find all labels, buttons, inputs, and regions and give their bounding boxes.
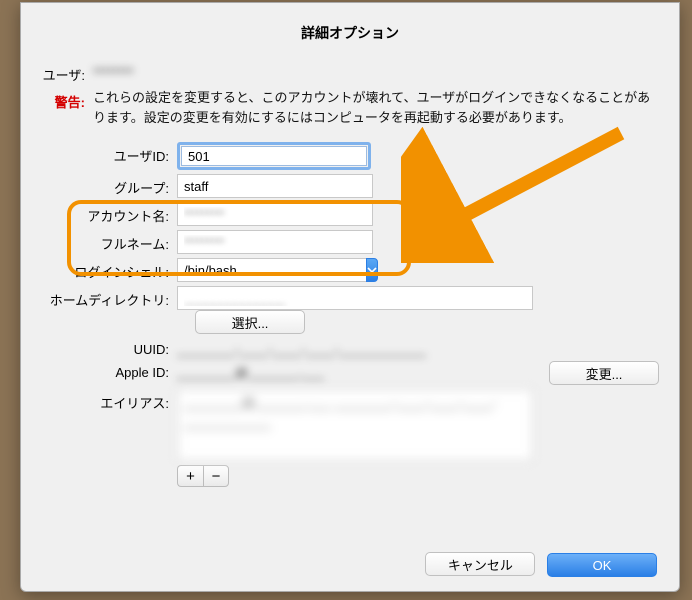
user-value: ******** — [93, 61, 133, 80]
warning-row: 警告: これらの設定を変更すると、このアカウントが壊れて、ユーザがログインできな… — [41, 88, 659, 128]
alias-row: エイリアス: ________@_______.___ ________-___… — [41, 389, 659, 487]
uuid-value: ________-____-____-____-____________ — [177, 338, 426, 357]
choose-button[interactable]: 選択... — [195, 310, 305, 334]
account-name-label: アカウント名: — [41, 202, 177, 225]
alias-label: エイリアス: — [41, 389, 177, 412]
cancel-button[interactable]: キャンセル — [425, 552, 535, 576]
login-shell-row: ログインシェル: — [41, 258, 659, 282]
user-id-label: ユーザID: — [41, 142, 177, 165]
home-dir-label: ホームディレクトリ: — [41, 286, 177, 309]
footer-buttons: キャンセル OK — [417, 552, 657, 577]
user-id-focus — [177, 142, 371, 170]
user-id-input[interactable] — [181, 146, 367, 166]
alias-list[interactable]: ________@_______.___ ________-____-____-… — [177, 389, 533, 461]
advanced-options-sheet: 詳細オプション ユーザ: ******** 警告: これらの設定を変更すると、こ… — [20, 2, 680, 592]
warning-label: 警告: — [41, 88, 93, 111]
warning-text: これらの設定を変更すると、このアカウントが壊れて、ユーザがログインできなくなるこ… — [93, 88, 659, 128]
apple-id-row: Apple ID: ________@_______.___ 変更... — [41, 361, 659, 385]
user-label: ユーザ: — [41, 61, 93, 84]
user-row: ユーザ: ******** — [41, 61, 659, 84]
full-name-input[interactable] — [177, 230, 373, 254]
sheet-title: 詳細オプション — [41, 23, 659, 43]
remove-alias-button[interactable]: − — [203, 465, 229, 487]
change-button[interactable]: 変更... — [549, 361, 659, 385]
alias-plusminus: + − — [177, 465, 229, 487]
uuid-label: UUID: — [41, 338, 177, 357]
group-row: グループ: — [41, 174, 659, 198]
home-dir-row: ホームディレクトリ: 選択... — [41, 286, 659, 334]
login-shell-input[interactable] — [177, 258, 366, 282]
apple-id-value: ________@_______.___ — [177, 361, 324, 380]
full-name-row: フルネーム: — [41, 230, 659, 254]
user-id-row: ユーザID: — [41, 142, 659, 170]
uuid-row: UUID: ________-____-____-____-__________… — [41, 338, 659, 357]
apple-id-label: Apple ID: — [41, 361, 177, 380]
add-alias-button[interactable]: + — [177, 465, 203, 487]
full-name-label: フルネーム: — [41, 230, 177, 253]
group-label: グループ: — [41, 174, 177, 197]
home-dir-input[interactable] — [177, 286, 533, 310]
login-shell-label: ログインシェル: — [41, 258, 177, 281]
login-shell-combobox[interactable] — [177, 258, 373, 282]
account-name-input[interactable] — [177, 202, 373, 226]
group-input[interactable] — [177, 174, 373, 198]
chevron-down-icon[interactable] — [366, 258, 378, 282]
account-name-row: アカウント名: — [41, 202, 659, 226]
ok-button[interactable]: OK — [547, 553, 657, 577]
